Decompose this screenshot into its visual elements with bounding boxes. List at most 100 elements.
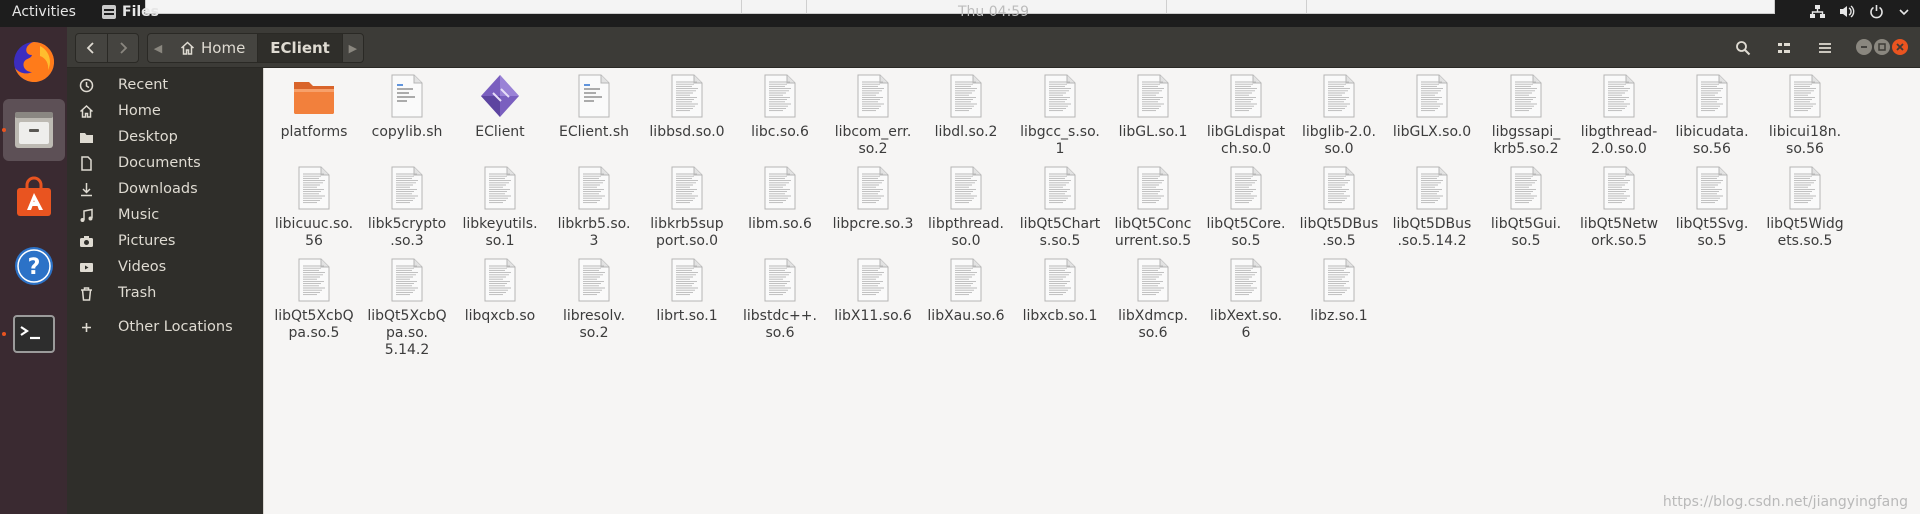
forward-button[interactable] <box>106 34 139 62</box>
breadcrumb-home[interactable]: Home <box>168 34 257 62</box>
file-item[interactable]: libc.so.6 <box>734 72 826 141</box>
library-file-icon <box>1688 72 1736 120</box>
file-item[interactable]: libQt5Chart s.so.5 <box>1014 164 1106 250</box>
file-item[interactable]: libQt5XcbQ pa.so.5 <box>268 256 360 342</box>
library-file-icon <box>942 256 990 304</box>
home-icon <box>78 103 94 119</box>
file-name: libpcre.so.3 <box>832 216 914 232</box>
file-item[interactable]: libXext.so. 6 <box>1200 256 1292 342</box>
dock-terminal[interactable] <box>3 303 65 365</box>
file-item[interactable]: libXdmcp. so.6 <box>1107 256 1199 342</box>
file-item[interactable]: librt.so.1 <box>641 256 733 325</box>
file-item[interactable]: libXau.so.6 <box>920 256 1012 325</box>
file-name: libQt5XcbQ pa.so.5 <box>274 308 354 341</box>
file-item[interactable]: libgssapi_ krb5.so.2 <box>1480 72 1572 158</box>
dock-files[interactable] <box>3 99 65 161</box>
minimize-button[interactable] <box>1856 39 1872 55</box>
file-item[interactable]: libQt5DBus .so.5.14.2 <box>1386 164 1478 250</box>
file-item[interactable]: EClient <box>454 72 546 141</box>
file-item[interactable]: libdl.so.2 <box>920 72 1012 141</box>
maximize-button[interactable] <box>1874 39 1890 55</box>
file-item[interactable]: libicui18n. so.56 <box>1759 72 1851 158</box>
folder-item[interactable]: platforms <box>268 72 360 141</box>
file-item[interactable]: copylib.sh <box>361 72 453 141</box>
library-file-icon <box>570 256 618 304</box>
file-item[interactable]: libm.so.6 <box>734 164 826 233</box>
file-item[interactable]: libk5crypto .so.3 <box>361 164 453 250</box>
minimize-icon <box>1861 46 1867 48</box>
file-item[interactable]: libQt5Netw ork.so.5 <box>1573 164 1665 250</box>
trash-icon <box>78 285 94 301</box>
file-item[interactable]: libQt5Conc urrent.so.5 <box>1107 164 1199 250</box>
sidebar-item-label: Pictures <box>118 233 176 249</box>
file-item[interactable]: libGLdispat ch.so.0 <box>1200 72 1292 158</box>
file-item[interactable]: libz.so.1 <box>1293 256 1385 325</box>
file-item[interactable]: libicuuc.so. 56 <box>268 164 360 250</box>
library-file-icon <box>756 164 804 212</box>
file-item[interactable]: libkrb5sup port.so.0 <box>641 164 733 250</box>
sidebar-item-label: Videos <box>118 259 167 275</box>
view-toggle-button[interactable] <box>1767 33 1801 63</box>
file-item[interactable]: libGLX.so.0 <box>1386 72 1478 141</box>
library-file-icon <box>942 164 990 212</box>
file-item[interactable]: libGL.so.1 <box>1107 72 1199 141</box>
file-item[interactable]: libcom_err. so.2 <box>827 72 919 158</box>
sidebar-item-label: Documents <box>118 155 201 171</box>
breadcrumb-current[interactable]: EClient <box>257 34 343 62</box>
file-grid: https://blog.csdn.net/jiangyingfang plat… <box>263 68 1920 514</box>
system-tray[interactable] <box>1810 4 1910 23</box>
dock-help[interactable]: ? <box>3 235 65 297</box>
file-item[interactable]: libkrb5.so. 3 <box>548 164 640 250</box>
file-name: libQt5Chart s.so.5 <box>1019 216 1101 249</box>
library-file-icon <box>1781 72 1829 120</box>
dock-firefox[interactable] <box>3 31 65 93</box>
file-item[interactable]: libX11.so.6 <box>827 256 919 325</box>
sidebar-item-other-locations[interactable]: Other Locations <box>67 312 263 342</box>
breadcrumb-scroll-right[interactable]: ▶ <box>343 34 363 62</box>
library-file-icon <box>756 72 804 120</box>
file-item[interactable]: libgthread- 2.0.so.0 <box>1573 72 1665 158</box>
file-item[interactable]: libpthread. so.0 <box>920 164 1012 250</box>
file-item[interactable]: libkeyutils. so.1 <box>454 164 546 250</box>
plus-icon <box>78 319 94 335</box>
file-item[interactable]: libpcre.so.3 <box>827 164 919 233</box>
file-item[interactable]: libstdc++. so.6 <box>734 256 826 342</box>
file-item[interactable]: libQt5Gui. so.5 <box>1480 164 1572 250</box>
file-item[interactable]: libicudata. so.56 <box>1666 72 1758 158</box>
search-button[interactable] <box>1726 33 1760 63</box>
file-item[interactable]: libbsd.so.0 <box>641 72 733 141</box>
file-item[interactable]: libQt5XcbQ pa.so. 5.14.2 <box>361 256 453 359</box>
shell-script-icon <box>383 72 431 120</box>
file-item[interactable]: libgcc_s.so. 1 <box>1014 72 1106 158</box>
dock-software[interactable] <box>3 167 65 229</box>
app-menu[interactable]: Files <box>102 4 159 20</box>
file-item[interactable]: libQt5DBus .so.5 <box>1293 164 1385 250</box>
library-file-icon <box>290 256 338 304</box>
library-file-icon <box>476 256 524 304</box>
breadcrumb-scroll-left[interactable]: ◀ <box>148 34 168 62</box>
activities-button[interactable]: Activities <box>12 4 76 20</box>
file-name: libQt5Widg ets.so.5 <box>1766 216 1844 249</box>
file-item[interactable]: libQt5Core. so.5 <box>1200 164 1292 250</box>
library-file-icon <box>849 256 897 304</box>
file-name: libQt5Netw ork.so.5 <box>1579 216 1659 249</box>
file-item[interactable]: libresolv. so.2 <box>548 256 640 342</box>
library-file-icon <box>570 164 618 212</box>
close-button[interactable] <box>1892 39 1908 55</box>
file-item[interactable]: libxcb.so.1 <box>1014 256 1106 325</box>
file-item[interactable]: libQt5Svg. so.5 <box>1666 164 1758 250</box>
clock[interactable]: Thu 04:59 <box>958 4 1029 20</box>
chevron-left-icon <box>86 42 94 54</box>
sidebar-item-label: Recent <box>118 77 169 93</box>
library-file-icon <box>1595 164 1643 212</box>
library-file-icon <box>663 164 711 212</box>
file-item[interactable]: libglib-2.0. so.0 <box>1293 72 1385 158</box>
menu-button[interactable] <box>1808 33 1842 63</box>
shell-script-icon <box>570 72 618 120</box>
breadcrumb: ◀ Home EClient ▶ <box>147 33 364 63</box>
back-button[interactable] <box>76 34 107 62</box>
sidebar-item-trash[interactable]: Trash <box>67 278 263 308</box>
file-item[interactable]: EClient.sh <box>548 72 640 141</box>
file-item[interactable]: libQt5Widg ets.so.5 <box>1759 164 1851 250</box>
file-item[interactable]: libqxcb.so <box>454 256 546 325</box>
